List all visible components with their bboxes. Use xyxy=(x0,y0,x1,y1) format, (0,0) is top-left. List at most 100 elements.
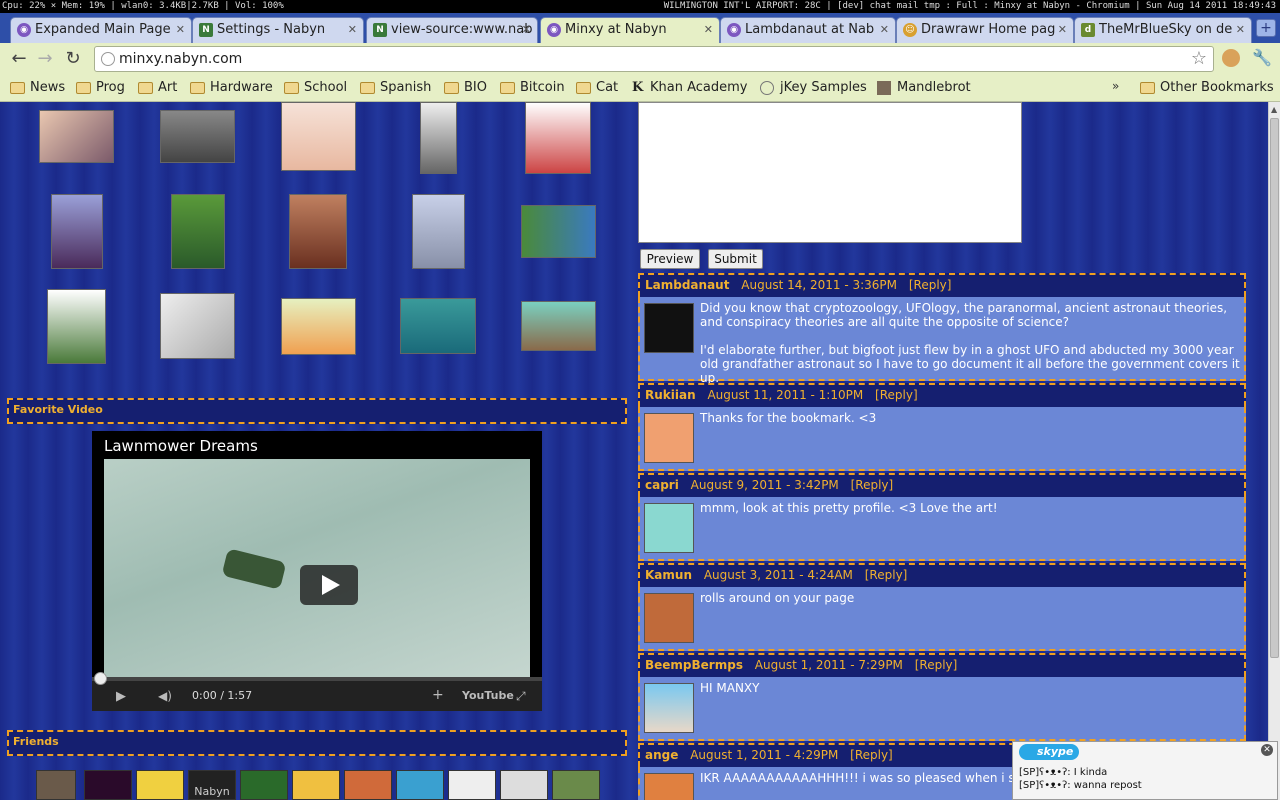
friend-avatar-nabyn[interactable]: Nabyn xyxy=(188,770,236,800)
avatar[interactable] xyxy=(644,593,694,643)
comment-author[interactable]: Kamun xyxy=(645,568,692,582)
tab-minxy-at-nabyn[interactable]: ◉ Minxy at Nabyn ✕ xyxy=(540,17,720,43)
gallery-thumbnail[interactable] xyxy=(400,298,476,354)
close-icon[interactable]: ✕ xyxy=(1058,18,1067,42)
wrench-menu-icon[interactable]: 🔧 xyxy=(1252,48,1272,67)
reply-link[interactable]: [Reply] xyxy=(875,388,918,402)
page-info-icon[interactable] xyxy=(101,52,115,66)
bookmark-star-icon[interactable]: ☆ xyxy=(1191,48,1207,69)
close-icon[interactable]: ✕ xyxy=(704,18,713,42)
scrollbar-thumb[interactable] xyxy=(1270,118,1279,658)
bookmark-news[interactable]: News xyxy=(10,79,65,97)
fullscreen-icon[interactable]: ⤢ xyxy=(516,689,526,704)
gallery-thumbnail[interactable] xyxy=(39,110,114,163)
address-bar[interactable]: ☆ xyxy=(94,46,1214,72)
tab-themrbluesky[interactable]: d TheMrBlueSky on de ✕ xyxy=(1074,17,1252,43)
gallery-thumbnail[interactable] xyxy=(171,194,225,269)
bookmark-school[interactable]: School xyxy=(284,79,347,97)
cookie-extension-icon[interactable] xyxy=(1222,49,1240,67)
tab-settings-nabyn[interactable]: N Settings - Nabyn ✕ xyxy=(192,17,364,43)
url-input[interactable] xyxy=(119,50,1179,68)
close-icon[interactable]: ✕ xyxy=(176,18,185,42)
comment-author[interactable]: Rukiian xyxy=(645,388,696,402)
avatar[interactable] xyxy=(644,413,694,463)
preview-button[interactable]: Preview xyxy=(640,249,700,269)
video-title[interactable]: Lawnmower Dreams xyxy=(104,437,258,455)
submit-button[interactable]: Submit xyxy=(708,249,763,269)
bookmark-khan-academy[interactable]: K Khan Academy xyxy=(630,79,748,97)
add-icon[interactable]: + xyxy=(432,687,444,703)
bookmarks-overflow-button[interactable]: » xyxy=(1112,79,1119,93)
bookmark-jkey-samples[interactable]: jKey Samples xyxy=(760,79,867,97)
friend-avatar[interactable] xyxy=(136,770,184,800)
gallery-thumbnail[interactable] xyxy=(160,110,235,163)
avatar[interactable] xyxy=(644,303,694,353)
back-button[interactable]: ← xyxy=(8,49,30,69)
gallery-thumbnail[interactable] xyxy=(289,194,347,269)
gallery-thumbnail[interactable] xyxy=(521,301,596,351)
close-icon[interactable]: ✕ xyxy=(1236,18,1245,42)
page-scrollbar[interactable]: ▲ xyxy=(1268,102,1280,800)
volume-icon[interactable]: ◀) xyxy=(158,689,172,703)
bookmark-hardware[interactable]: Hardware xyxy=(190,79,273,97)
reply-link[interactable]: [Reply] xyxy=(909,278,952,292)
friend-avatar[interactable] xyxy=(396,770,444,800)
bookmark-art[interactable]: Art xyxy=(138,79,177,97)
bookmark-spanish[interactable]: Spanish xyxy=(360,79,431,97)
scroll-up-icon[interactable]: ▲ xyxy=(1271,105,1277,114)
avatar[interactable] xyxy=(644,683,694,733)
avatar[interactable] xyxy=(644,773,694,800)
tab-expanded-main-page[interactable]: ◉ Expanded Main Page ✕ xyxy=(10,17,192,43)
youtube-logo-icon[interactable]: YouTube xyxy=(462,689,514,702)
play-icon[interactable]: ▶ xyxy=(116,689,126,704)
play-icon[interactable] xyxy=(300,565,358,605)
gallery-thumbnail[interactable] xyxy=(160,293,235,359)
gallery-thumbnail[interactable] xyxy=(281,298,356,355)
close-icon[interactable]: ✕ xyxy=(1261,744,1273,756)
skype-notification[interactable]: skype ✕ [SP]ʕ•ᴥ•ʔ: I kinda [SP]ʕ•ᴥ•ʔ: wa… xyxy=(1012,741,1278,800)
bookmark-bio[interactable]: BIO xyxy=(444,79,487,97)
gallery-thumbnail[interactable] xyxy=(51,194,103,269)
gallery-thumbnail[interactable] xyxy=(281,102,356,171)
reload-button[interactable]: ↻ xyxy=(62,49,84,69)
comment-author[interactable]: Lambdanaut xyxy=(645,278,729,292)
new-tab-button[interactable]: + xyxy=(1256,19,1276,37)
bookmark-mandlebrot[interactable]: Mandlebrot xyxy=(877,79,971,97)
comment-author[interactable]: ange xyxy=(645,748,678,762)
video-progress-bar[interactable] xyxy=(92,672,542,685)
reply-link[interactable]: [Reply] xyxy=(851,478,894,492)
gallery-thumbnail[interactable] xyxy=(412,194,465,269)
forward-button[interactable]: → xyxy=(34,49,56,69)
friend-avatar[interactable] xyxy=(552,770,600,800)
video-player[interactable]: Lawnmower Dreams ▶ ◀) 0:00 / 1:57 + YouT… xyxy=(92,431,542,711)
close-icon[interactable]: ✕ xyxy=(880,18,889,42)
gallery-thumbnail[interactable] xyxy=(47,289,106,364)
tab-view-source[interactable]: N view-source:www.nab ✕ xyxy=(366,17,538,43)
other-bookmarks[interactable]: Other Bookmarks xyxy=(1140,79,1274,97)
comment-textarea[interactable] xyxy=(638,102,1022,243)
avatar[interactable] xyxy=(644,503,694,553)
friend-avatar[interactable] xyxy=(448,770,496,800)
close-icon[interactable]: ✕ xyxy=(348,18,357,42)
gallery-thumbnail[interactable] xyxy=(420,102,457,174)
friend-avatar[interactable] xyxy=(36,770,76,800)
bookmark-prog[interactable]: Prog xyxy=(76,79,125,97)
reply-link[interactable]: [Reply] xyxy=(915,658,958,672)
video-frame[interactable] xyxy=(104,459,530,677)
comment-author[interactable]: capri xyxy=(645,478,679,492)
gallery-thumbnail[interactable] xyxy=(521,205,596,258)
friend-avatar[interactable] xyxy=(500,770,548,800)
bookmark-bitcoin[interactable]: Bitcoin xyxy=(500,79,565,97)
tab-drawrawr[interactable]: ☺ Drawrawr Home pag ✕ xyxy=(896,17,1074,43)
reply-link[interactable]: [Reply] xyxy=(850,748,893,762)
comment-author[interactable]: BeempBermps xyxy=(645,658,743,672)
friend-avatar[interactable] xyxy=(344,770,392,800)
friend-avatar[interactable] xyxy=(84,770,132,800)
close-icon[interactable]: ✕ xyxy=(522,18,531,42)
tab-lambdanaut[interactable]: ◉ Lambdanaut at Nab ✕ xyxy=(720,17,896,43)
friend-avatar[interactable] xyxy=(292,770,340,800)
bookmark-cat[interactable]: Cat xyxy=(576,79,618,97)
reply-link[interactable]: [Reply] xyxy=(865,568,908,582)
friend-avatar[interactable] xyxy=(240,770,288,800)
gallery-thumbnail[interactable] xyxy=(525,102,591,174)
